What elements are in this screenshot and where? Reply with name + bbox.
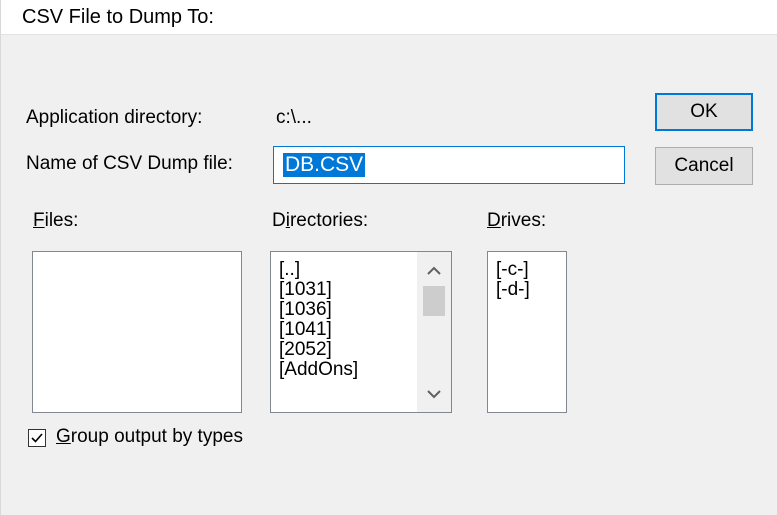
app-dir-label: Application directory: [26, 107, 203, 128]
directories-items: [..] [1031] [1036] [1041] [2052] [AddOns… [279, 260, 358, 380]
dump-name-input[interactable]: DB.CSV [273, 146, 625, 184]
app-dir-value: c:\... [276, 107, 312, 128]
window-title: CSV File to Dump To: [22, 6, 214, 28]
directories-label: Directories: [272, 210, 369, 231]
cancel-button[interactable]: Cancel [655, 147, 753, 185]
directories-scrollbar[interactable] [417, 252, 451, 412]
list-item[interactable]: [1041] [279, 320, 358, 340]
list-item[interactable]: [-d-] [496, 280, 530, 300]
directories-list[interactable]: [..] [1031] [1036] [1041] [2052] [AddOns… [270, 251, 452, 413]
ok-button[interactable]: OK [655, 93, 753, 131]
dump-name-value: DB.CSV [283, 153, 366, 177]
files-label: Files: [33, 210, 79, 231]
files-list[interactable] [32, 251, 242, 413]
drives-list[interactable]: [-c-] [-d-] [487, 251, 567, 413]
group-output-checkbox[interactable] [28, 429, 46, 447]
chevron-down-icon[interactable] [417, 380, 451, 408]
list-item[interactable]: [-c-] [496, 260, 530, 280]
list-item[interactable]: [1036] [279, 300, 358, 320]
list-item[interactable]: [2052] [279, 340, 358, 360]
list-item[interactable]: [..] [279, 260, 358, 280]
chevron-up-icon[interactable] [417, 256, 451, 284]
group-output-label[interactable]: Group output by types [56, 426, 243, 448]
list-item[interactable]: [AddOns] [279, 360, 358, 380]
check-icon [31, 433, 43, 443]
dump-name-label: Name of CSV Dump file: [26, 153, 233, 174]
window-border [0, 0, 1, 515]
title-bar: CSV File to Dump To: [0, 0, 777, 35]
drives-items: [-c-] [-d-] [496, 260, 530, 300]
scrollbar-thumb[interactable] [423, 286, 445, 316]
list-item[interactable]: [1031] [279, 280, 358, 300]
drives-label: Drives: [487, 210, 547, 231]
